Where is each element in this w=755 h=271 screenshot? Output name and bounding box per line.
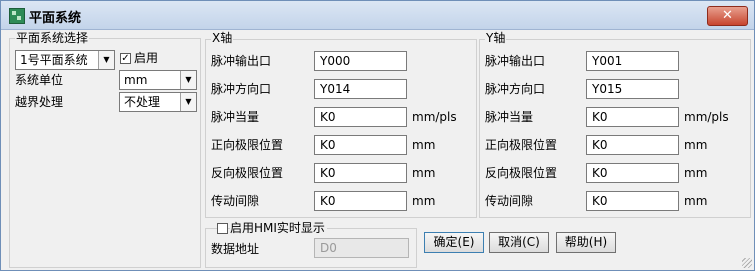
- y-negative-limit-unit: mm: [684, 166, 708, 180]
- x-pulse-direction-input[interactable]: Y014: [314, 79, 407, 99]
- y-pulse-direction-input[interactable]: Y015: [586, 79, 679, 99]
- help-button[interactable]: 帮助(H): [556, 232, 616, 253]
- app-icon: [9, 8, 25, 24]
- x-negative-limit-label: 反向极限位置: [211, 166, 284, 180]
- x-pulse-output-label: 脉冲输出口: [211, 54, 272, 68]
- ok-button[interactable]: 确定(E): [424, 232, 484, 253]
- chevron-down-icon[interactable]: ▼: [98, 51, 114, 69]
- x-pulse-equivalent-input[interactable]: K0: [314, 107, 407, 127]
- y-negative-limit-input[interactable]: K0: [586, 163, 679, 183]
- data-address-label: 数据地址: [211, 242, 260, 256]
- y-backlash-input[interactable]: K0: [586, 191, 679, 211]
- x-backlash-unit: mm: [412, 194, 436, 208]
- x-negative-limit-unit: mm: [412, 166, 436, 180]
- y-pulse-equivalent-unit: mm/pls: [684, 110, 729, 124]
- y-positive-limit-unit: mm: [684, 138, 708, 152]
- x-pulse-equivalent-label: 脉冲当量: [211, 110, 260, 124]
- x-pulse-direction-label: 脉冲方向口: [211, 82, 272, 96]
- y-backlash-label: 传动间隙: [485, 194, 534, 208]
- close-button[interactable]: ✕: [707, 6, 748, 26]
- hmi-enable-label: 启用HMI实时显示: [230, 220, 327, 236]
- plane-system-dialog: 平面系统 ✕ 平面系统选择 1号平面系统 ▼ ✓ 启用 系统单位 mm ▼ 越界…: [0, 0, 755, 271]
- x-negative-limit-input[interactable]: K0: [314, 163, 407, 183]
- x-positive-limit-label: 正向极限位置: [211, 138, 284, 152]
- unit-label: 系统单位: [15, 73, 64, 87]
- y-negative-limit-label: 反向极限位置: [485, 166, 558, 180]
- cancel-button[interactable]: 取消(C): [489, 232, 549, 253]
- hmi-enable-checkbox[interactable]: [217, 223, 228, 234]
- x-backlash-input[interactable]: K0: [314, 191, 407, 211]
- dialog-title: 平面系统: [29, 11, 82, 26]
- limit-value: 不处理: [124, 95, 161, 109]
- limit-combo[interactable]: 不处理 ▼: [119, 92, 197, 112]
- y-pulse-equivalent-input[interactable]: K0: [586, 107, 679, 127]
- resize-grip-icon[interactable]: [742, 258, 752, 268]
- x-pulse-equivalent-unit: mm/pls: [412, 110, 457, 124]
- chevron-down-icon[interactable]: ▼: [180, 93, 196, 111]
- x-pulse-output-input[interactable]: Y000: [314, 51, 407, 71]
- enable-checkbox[interactable]: ✓: [120, 53, 131, 64]
- y-backlash-unit: mm: [684, 194, 708, 208]
- x-backlash-label: 传动间隙: [211, 194, 260, 208]
- y-axis-title: Y轴: [485, 31, 507, 45]
- x-axis-title: X轴: [211, 31, 234, 45]
- y-pulse-direction-label: 脉冲方向口: [485, 82, 546, 96]
- title-bar[interactable]: 平面系统 ✕: [1, 1, 754, 30]
- y-positive-limit-input[interactable]: K0: [586, 135, 679, 155]
- y-pulse-output-label: 脉冲输出口: [485, 54, 546, 68]
- plane-select-group-title: 平面系统选择: [15, 31, 90, 45]
- chevron-down-icon[interactable]: ▼: [180, 71, 196, 89]
- plane-select-combo[interactable]: 1号平面系统 ▼: [15, 50, 115, 70]
- y-pulse-equivalent-label: 脉冲当量: [485, 110, 534, 124]
- y-positive-limit-label: 正向极限位置: [485, 138, 558, 152]
- x-positive-limit-unit: mm: [412, 138, 436, 152]
- unit-value: mm: [124, 73, 148, 87]
- limit-label: 越界处理: [15, 95, 64, 109]
- plane-select-value: 1号平面系统: [20, 53, 88, 67]
- y-pulse-output-input[interactable]: Y001: [586, 51, 679, 71]
- unit-combo[interactable]: mm ▼: [119, 70, 197, 90]
- x-positive-limit-input[interactable]: K0: [314, 135, 407, 155]
- enable-label: 启用: [134, 51, 159, 65]
- data-address-input[interactable]: D0: [314, 238, 409, 258]
